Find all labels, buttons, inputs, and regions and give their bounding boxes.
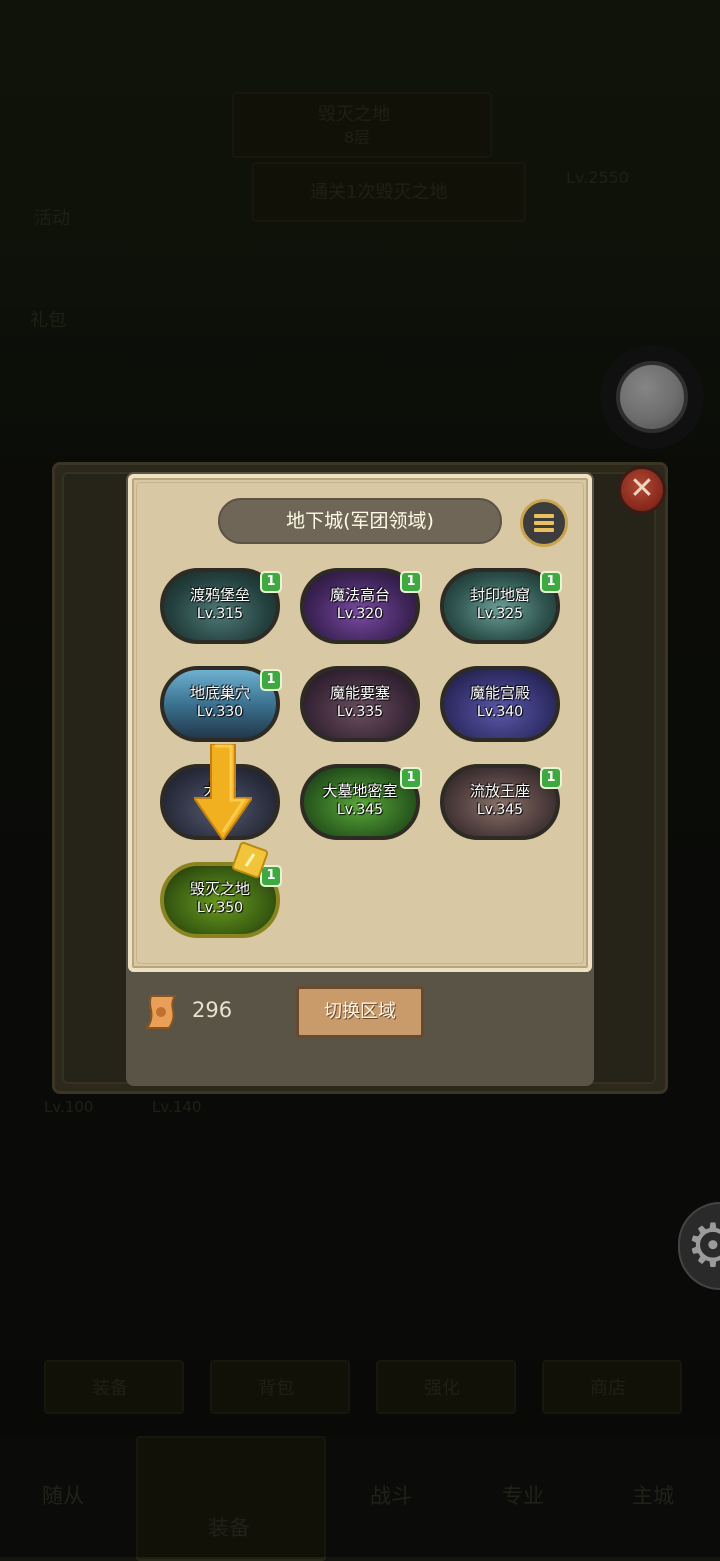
switch-zone-button[interactable]: 切换区域 <box>296 986 424 1038</box>
scroll-icon <box>145 995 177 1029</box>
dungeon-badge: 1 <box>540 767 562 789</box>
click-sparkle-icon <box>231 841 269 879</box>
dungeon-badge: 1 <box>260 669 282 691</box>
dungeon-fel-palace[interactable]: 魔能宫殿 Lv.340 <box>440 666 560 742</box>
dungeon-level: Lv.340 <box>476 704 524 720</box>
dungeon-level: Lv.320 <box>336 606 384 622</box>
dungeon-level: Lv.335 <box>336 704 384 720</box>
dungeon-level: Lv.330 <box>196 704 244 720</box>
panel-title: 地下城(军团领域) <box>218 498 502 544</box>
dungeon-badge: 1 <box>540 571 562 593</box>
dungeon-name: 魔能宫殿 <box>469 684 530 702</box>
dungeon-level: Lv.315 <box>196 606 244 622</box>
scroll-count: 296 <box>192 998 233 1022</box>
dungeon-name: 魔能要塞 <box>329 684 390 702</box>
close-icon: ✕ <box>629 471 655 506</box>
menu-icon <box>534 514 554 532</box>
dungeon-badge: 1 <box>400 571 422 593</box>
dungeon-level: Lv.345 <box>336 802 384 818</box>
dungeon-fel-fortress[interactable]: 魔能要塞 Lv.335 <box>300 666 420 742</box>
gear-icon: ⚙ <box>686 1211 720 1281</box>
menu-button[interactable] <box>520 499 568 547</box>
dungeon-level: Lv.345 <box>476 802 524 818</box>
dungeon-badge: 1 <box>400 767 422 789</box>
dungeon-badge: 1 <box>260 571 282 593</box>
dungeon-level: Lv.325 <box>476 606 524 622</box>
close-button[interactable]: ✕ <box>618 466 666 514</box>
tutorial-arrow-icon <box>194 744 252 840</box>
dungeon-level: Lv.350 <box>196 900 244 916</box>
